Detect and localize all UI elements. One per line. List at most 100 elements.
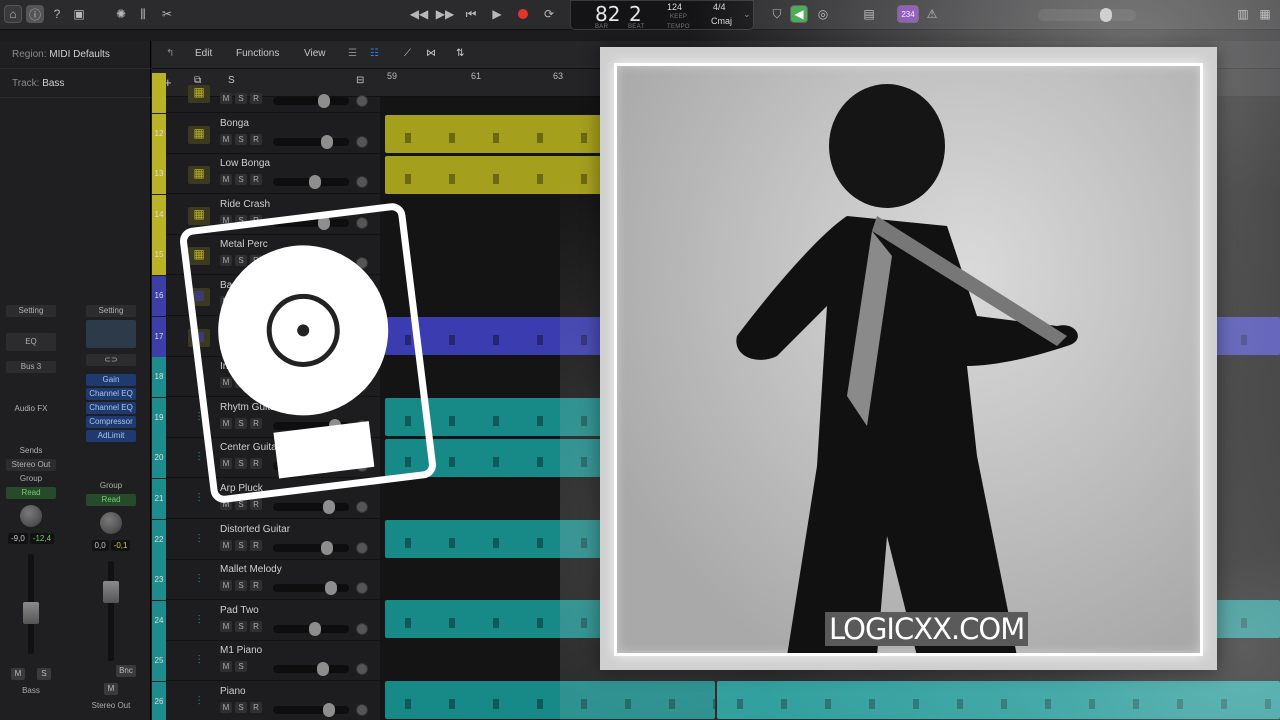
cycle-icon[interactable]: ⟳ (540, 5, 558, 23)
slider-knob[interactable] (309, 621, 321, 636)
track-record-button[interactable]: R (250, 702, 262, 713)
catch-icon[interactable]: ⟋ (404, 48, 411, 59)
track-row[interactable]: ▦ M S R (152, 73, 380, 113)
track-pan-knob[interactable] (356, 704, 368, 716)
setting-button[interactable]: Setting (6, 305, 56, 317)
track-volume-slider[interactable] (273, 500, 349, 514)
list-view-icon[interactable]: ☰ (348, 48, 357, 59)
library-icon[interactable]: ⌂ (4, 5, 22, 23)
slider-knob[interactable] (318, 94, 330, 108)
eq-display[interactable] (86, 320, 136, 348)
master-volume-slider[interactable] (1038, 9, 1136, 21)
track-mute-button[interactable]: M (220, 174, 232, 186)
track-name[interactable]: Piano (220, 686, 246, 697)
pan-knob[interactable] (20, 505, 42, 527)
track-row[interactable]: 26 ⫶ Piano M S R (152, 682, 380, 720)
plugin-slot-5[interactable]: AdLimit (86, 430, 136, 442)
group-slot[interactable]: Group (6, 473, 56, 485)
inspector-icon[interactable]: ⓘ (26, 5, 44, 23)
track-row[interactable]: 25 ⫶ M1 Piano M S (152, 641, 380, 682)
track-volume-slider[interactable] (273, 175, 349, 190)
view-menu[interactable]: View (304, 48, 326, 59)
record-icon[interactable] (514, 5, 532, 23)
track-record-button[interactable]: R (250, 539, 262, 551)
functions-menu[interactable]: Functions (236, 48, 279, 59)
plugin-slot-3[interactable]: Channel EQ (86, 402, 136, 414)
plugin-slot-2[interactable]: Channel EQ (86, 388, 136, 400)
track-solo-button[interactable]: S (235, 133, 247, 145)
browser-icon[interactable]: ▥ (1234, 5, 1252, 23)
lcd-display[interactable]: 82 2 BAR BEAT 124 KEEP TEMPO 4/4 Cmaj ⌄ (570, 0, 754, 30)
group-slot[interactable]: Group (86, 480, 136, 492)
track-pan-knob[interactable] (356, 176, 368, 189)
fast-forward-icon[interactable]: ▶▶ (436, 5, 454, 23)
editors-icon[interactable]: ✂ (158, 5, 176, 23)
track-pan-knob[interactable] (356, 622, 368, 635)
input-slot[interactable]: Bus 3 (6, 361, 56, 373)
count-in-icon[interactable]: ◎ (814, 5, 832, 23)
track-mute-button[interactable]: M (220, 580, 232, 592)
tuner-icon[interactable]: ⛉ (768, 5, 786, 23)
mute-button[interactable]: M (104, 683, 118, 695)
track-volume-slider[interactable] (273, 703, 349, 717)
warning-icon[interactable]: ⚠ (923, 5, 941, 23)
loops-icon[interactable]: ▦ (1256, 5, 1274, 23)
slider-knob[interactable] (317, 662, 329, 677)
plugin-slot-4[interactable]: Compressor (86, 416, 136, 428)
track-row[interactable]: 13 ▦ Low Bonga M S R (152, 154, 380, 195)
track-mute-button[interactable]: M (220, 620, 232, 632)
back-icon[interactable]: ↰ (166, 48, 174, 59)
lcd-signature[interactable]: 4/4 (713, 2, 726, 12)
automation-mode[interactable]: Read (86, 494, 136, 506)
slider-knob[interactable] (323, 500, 335, 514)
slider-knob[interactable] (321, 540, 333, 555)
track-record-button[interactable]: R (250, 580, 262, 592)
edit-menu[interactable]: Edit (195, 48, 212, 59)
pan-knob[interactable] (100, 512, 122, 534)
track-row[interactable]: 23 ⫶ Mallet Melody M S R (152, 560, 380, 601)
track-volume-slider[interactable] (273, 94, 349, 108)
track-name[interactable]: Pad Two (220, 605, 259, 616)
slider-knob[interactable] (323, 703, 335, 717)
track-pan-knob[interactable] (356, 541, 368, 554)
track-name[interactable]: Mallet Melody (220, 564, 282, 575)
tracks-view-icon[interactable]: ☷ (370, 48, 379, 59)
track-name[interactable]: Ride Crash (220, 199, 270, 210)
track-mute-button[interactable]: M (220, 702, 232, 713)
rewind-icon[interactable]: ◀◀ (410, 5, 428, 23)
eq-slot[interactable]: EQ (6, 333, 56, 351)
volume-fader[interactable] (103, 561, 119, 661)
mixer-icon[interactable]: ⫼ (134, 5, 152, 23)
track-volume-slider[interactable] (273, 540, 349, 555)
bounce-button[interactable]: Bnc (116, 665, 136, 677)
flex-icon[interactable]: ⋈ (426, 48, 436, 59)
track-solo-button[interactable]: S (235, 539, 247, 551)
region-inspector[interactable]: Region: MIDI Defaults (0, 41, 151, 69)
track-volume-slider[interactable] (273, 662, 349, 677)
track-pan-knob[interactable] (356, 663, 368, 676)
metronome-icon[interactable]: ◀ (790, 5, 808, 23)
automation-mode[interactable]: Read (6, 487, 56, 499)
slider-knob[interactable] (321, 134, 333, 149)
slider-knob[interactable] (325, 581, 337, 596)
toolbar-icon[interactable]: ▣ (70, 5, 88, 23)
track-name[interactable]: M1 Piano (220, 645, 262, 656)
fader-cap[interactable] (23, 602, 39, 624)
track-mute-button[interactable]: M (220, 93, 232, 104)
track-mute-button[interactable]: M (220, 539, 232, 551)
plugin-slot-1[interactable]: Gain (86, 374, 136, 386)
go-to-start-icon[interactable]: ⏮ (462, 5, 480, 23)
track-pan-knob[interactable] (356, 501, 368, 513)
help-icon[interactable]: ? (48, 5, 66, 23)
volume-fader[interactable] (23, 554, 39, 654)
track-solo-button[interactable]: S (235, 620, 247, 632)
lcd-tempo[interactable]: 124 (667, 2, 682, 12)
track-solo-button[interactable]: S (235, 702, 247, 713)
track-row[interactable]: 24 ⫶ Pad Two M S R (152, 600, 380, 641)
audio-region[interactable] (385, 681, 715, 719)
fader-cap[interactable] (103, 581, 119, 603)
smart-controls-icon[interactable]: ✺ (112, 5, 130, 23)
track-volume-slider[interactable] (273, 581, 349, 596)
track-solo-button[interactable]: S (235, 93, 247, 104)
track-inspector[interactable]: Track: Bass (0, 70, 151, 98)
